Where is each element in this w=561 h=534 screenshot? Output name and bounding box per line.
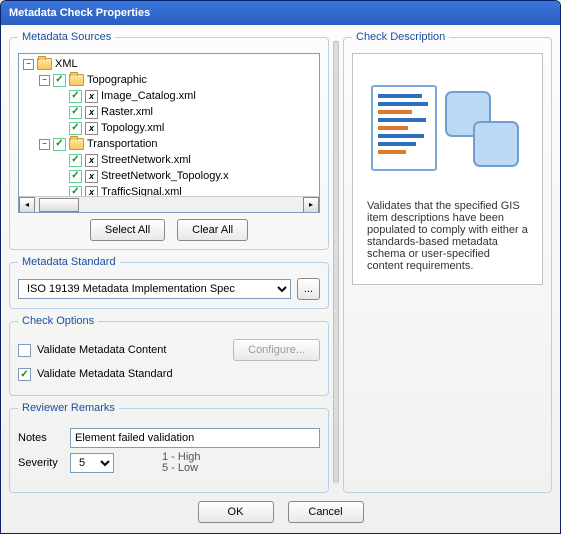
severity-select[interactable]: 5: [70, 453, 114, 473]
collapse-icon[interactable]: −: [23, 59, 34, 70]
xml-file-icon: x: [85, 122, 98, 135]
tree-node-transportation[interactable]: Transportation: [87, 136, 158, 152]
severity-label: Severity: [18, 457, 62, 469]
title-bar: Metadata Check Properties: [1, 1, 560, 25]
checkbox-checked-icon[interactable]: ✓: [69, 186, 82, 197]
tree-leaf[interactable]: Raster.xml: [101, 104, 153, 120]
scroll-left-icon[interactable]: ◂: [19, 197, 35, 213]
collapse-icon[interactable]: −: [39, 75, 50, 86]
check-description-text: Validates that the specified GIS item de…: [361, 196, 534, 276]
collapse-icon[interactable]: −: [39, 139, 50, 150]
xml-file-icon: x: [85, 170, 98, 183]
tree-leaf[interactable]: StreetNetwork_Topology.x: [101, 168, 229, 184]
ok-label: OK: [228, 506, 244, 518]
select-all-button[interactable]: Select All: [90, 219, 165, 241]
severity-scale-low: 5 - Low: [162, 463, 201, 474]
browse-label: ...: [304, 283, 313, 295]
check-options-legend: Check Options: [18, 315, 98, 327]
xml-file-icon: x: [85, 90, 98, 103]
xml-file-icon: x: [85, 186, 98, 197]
metadata-sources-group: Metadata Sources −XML −✓Topographic ✓xIm…: [9, 31, 329, 250]
cancel-label: Cancel: [308, 506, 342, 518]
scroll-right-icon[interactable]: ▸: [303, 197, 319, 213]
scroll-thumb[interactable]: [39, 198, 79, 212]
validate-content-label: Validate Metadata Content: [37, 344, 227, 356]
check-options-group: Check Options Validate Metadata Content …: [9, 315, 329, 396]
tree-leaf[interactable]: TrafficSignal.xml: [101, 184, 182, 196]
folder-icon: [69, 138, 84, 150]
clear-all-label: Clear All: [192, 224, 233, 236]
checkbox-checked-icon[interactable]: ✓: [69, 122, 82, 135]
metadata-standard-legend: Metadata Standard: [18, 256, 120, 268]
folder-icon: [37, 58, 52, 70]
tree-leaf[interactable]: Image_Catalog.xml: [101, 88, 196, 104]
check-description-legend: Check Description: [352, 31, 449, 43]
checkbox-checked-icon[interactable]: ✓: [53, 74, 66, 87]
cancel-button[interactable]: Cancel: [288, 501, 364, 523]
tree-leaf[interactable]: Topology.xml: [101, 120, 164, 136]
tree-leaf[interactable]: StreetNetwork.xml: [101, 152, 191, 168]
metadata-sources-legend: Metadata Sources: [18, 31, 115, 43]
tree-node-topographic[interactable]: Topographic: [87, 72, 147, 88]
browse-standard-button[interactable]: ...: [297, 278, 320, 300]
checkbox-checked-icon[interactable]: ✓: [69, 106, 82, 119]
reviewer-remarks-legend: Reviewer Remarks: [18, 402, 119, 414]
check-description-illustration-icon: [368, 76, 528, 186]
checkbox-checked-icon[interactable]: ✓: [53, 138, 66, 151]
splitter-handle[interactable]: [333, 41, 339, 483]
validate-standard-label: Validate Metadata Standard: [37, 368, 173, 380]
configure-button: Configure...: [233, 339, 320, 361]
dialog-window: Metadata Check Properties Metadata Sourc…: [0, 0, 561, 534]
notes-input[interactable]: [70, 428, 320, 448]
horizontal-scrollbar[interactable]: ◂ ▸: [19, 196, 319, 212]
reviewer-remarks-group: Reviewer Remarks Notes Severity 5 1 - Hi…: [9, 402, 329, 493]
checkbox-checked-icon[interactable]: ✓: [69, 90, 82, 103]
tree-node-root[interactable]: XML: [55, 56, 78, 72]
metadata-standard-select[interactable]: ISO 19139 Metadata Implementation Spec: [18, 279, 291, 299]
checkbox-checked-icon[interactable]: ✓: [69, 154, 82, 167]
check-description-group: Check Description: [343, 31, 552, 493]
clear-all-button[interactable]: Clear All: [177, 219, 248, 241]
validate-content-checkbox[interactable]: [18, 344, 31, 357]
configure-label: Configure...: [248, 344, 305, 356]
metadata-standard-group: Metadata Standard ISO 19139 Metadata Imp…: [9, 256, 329, 309]
notes-label: Notes: [18, 432, 62, 444]
xml-file-icon: x: [85, 154, 98, 167]
window-title: Metadata Check Properties: [9, 7, 150, 19]
ok-button[interactable]: OK: [198, 501, 274, 523]
folder-icon: [69, 74, 84, 86]
xml-file-icon: x: [85, 106, 98, 119]
select-all-label: Select All: [105, 224, 150, 236]
validate-standard-checkbox[interactable]: ✓: [18, 368, 31, 381]
sources-tree[interactable]: −XML −✓Topographic ✓xImage_Catalog.xml ✓…: [18, 53, 320, 213]
checkbox-checked-icon[interactable]: ✓: [69, 170, 82, 183]
